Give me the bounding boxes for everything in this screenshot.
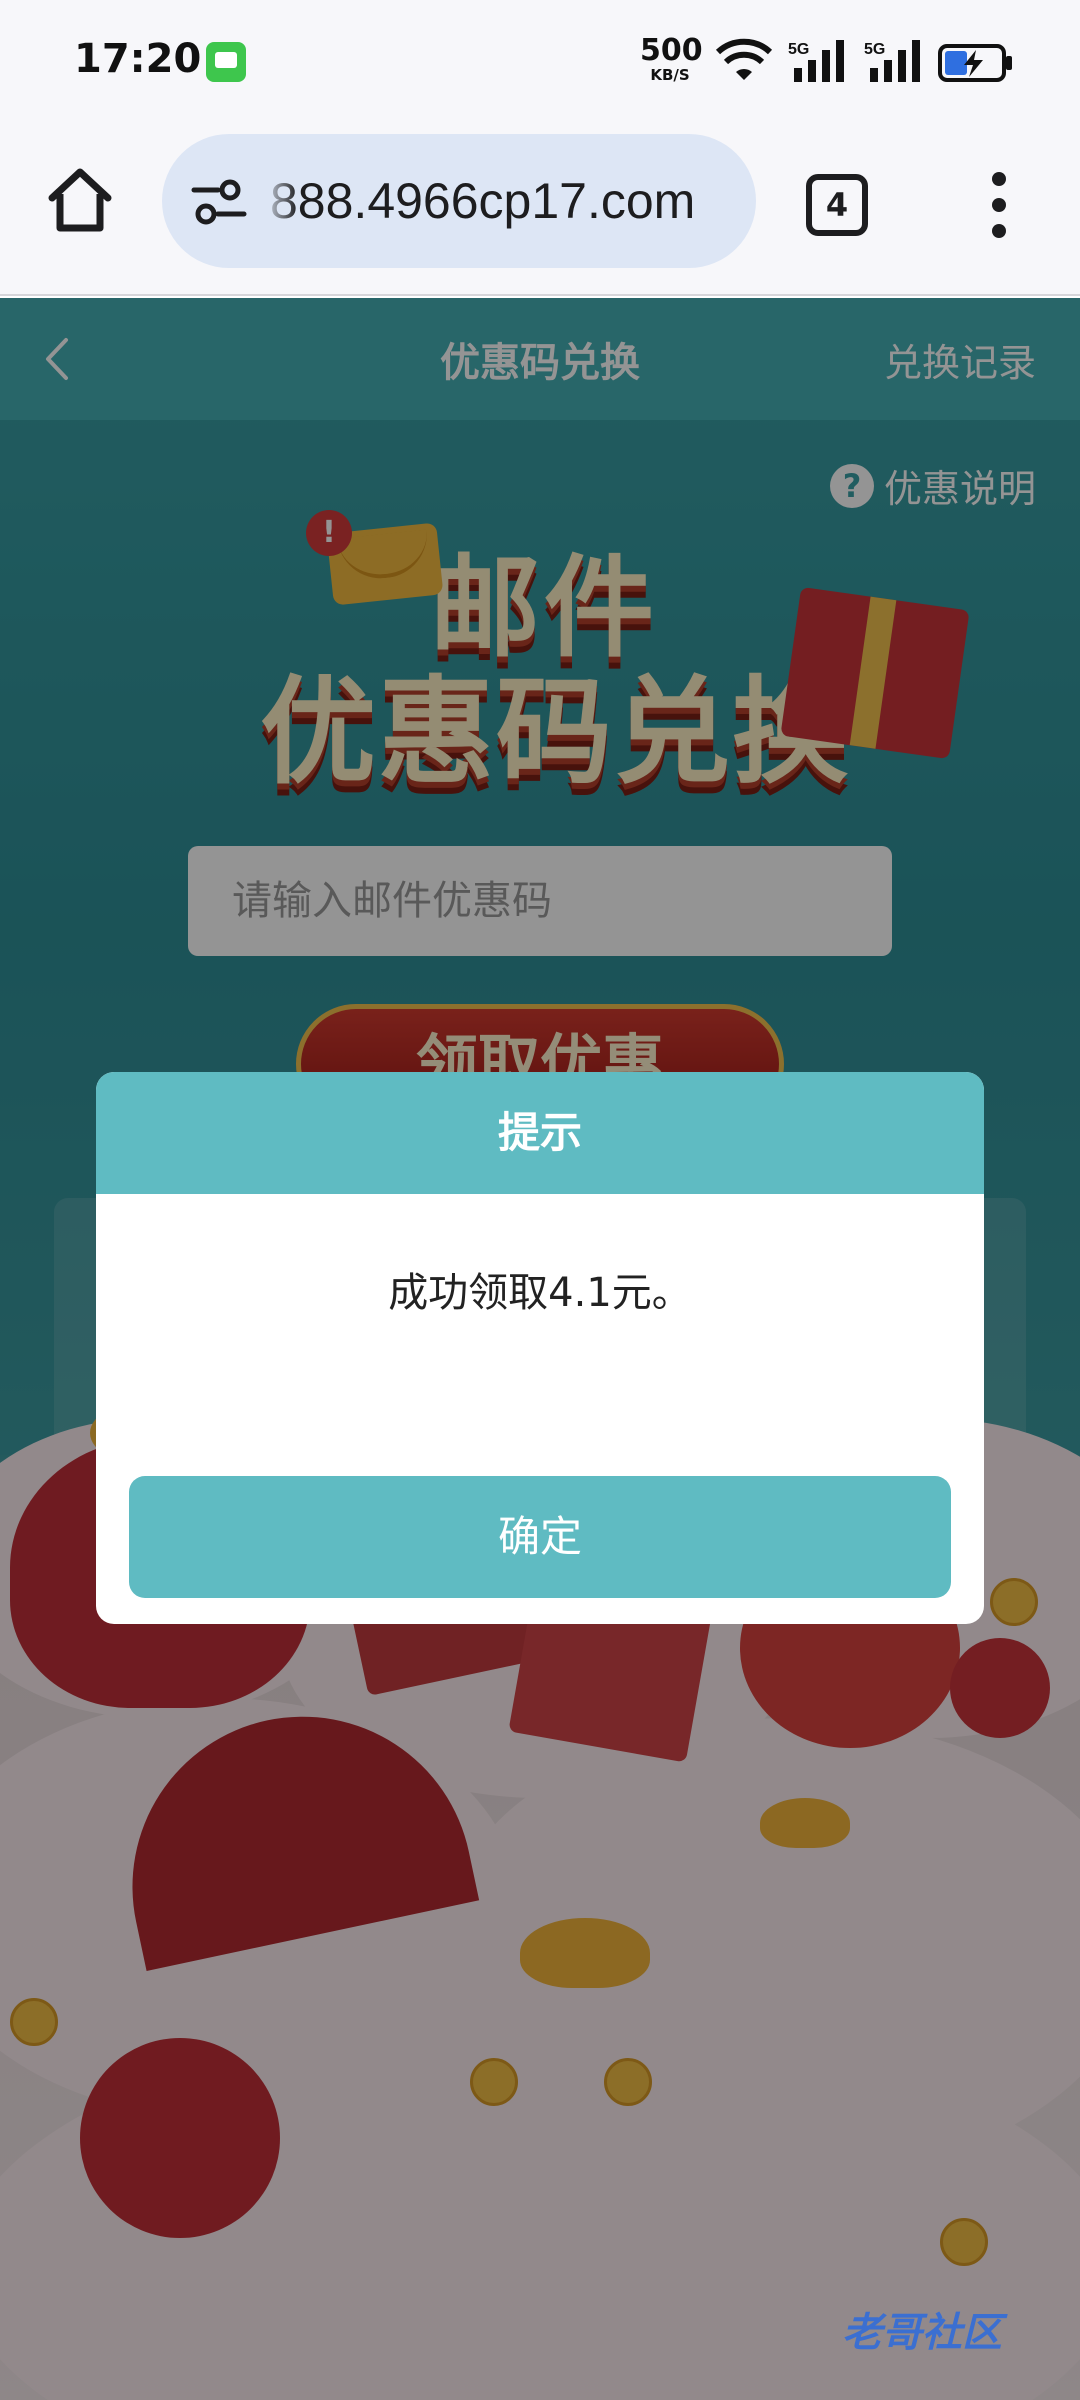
- result-dialog: 提示 成功领取4.1元。 确定: [96, 1072, 984, 1624]
- watermark-logo: 老哥社区: [842, 2310, 1002, 2356]
- signal-icon: 5G: [788, 40, 844, 82]
- address-bar[interactable]: 888.4966cp17.com: [162, 134, 756, 268]
- network-speed-value: 500: [640, 33, 703, 68]
- network-speed-unit: KB/S: [650, 66, 690, 84]
- message-app-icon: [206, 42, 246, 82]
- signal-1-label: 5G: [788, 41, 809, 58]
- dialog-title: 提示: [96, 1072, 984, 1194]
- status-time: 17:20: [74, 36, 202, 82]
- signal-2-label: 5G: [864, 41, 885, 58]
- site-settings-icon[interactable]: [190, 178, 250, 226]
- home-icon[interactable]: [44, 164, 116, 236]
- status-bar: 17:20 500 KB/S 5G 5G: [0, 0, 1080, 120]
- tabs-icon[interactable]: 4: [806, 174, 868, 236]
- confirm-button[interactable]: 确定: [129, 1476, 951, 1598]
- browser-toolbar: 888.4966cp17.com 4: [0, 120, 1080, 296]
- more-vert-icon[interactable]: [980, 172, 1020, 238]
- wifi-icon: [716, 38, 772, 80]
- dialog-message: 成功领取4.1元。: [388, 1270, 692, 1316]
- url-fade: [262, 134, 298, 268]
- network-speed: 500 KB/S: [640, 33, 703, 84]
- url-text[interactable]: 888.4966cp17.com: [270, 172, 695, 230]
- signal-icon: 5G: [864, 40, 920, 82]
- battery-charging-icon: [938, 44, 1012, 82]
- tab-count: 4: [825, 186, 849, 224]
